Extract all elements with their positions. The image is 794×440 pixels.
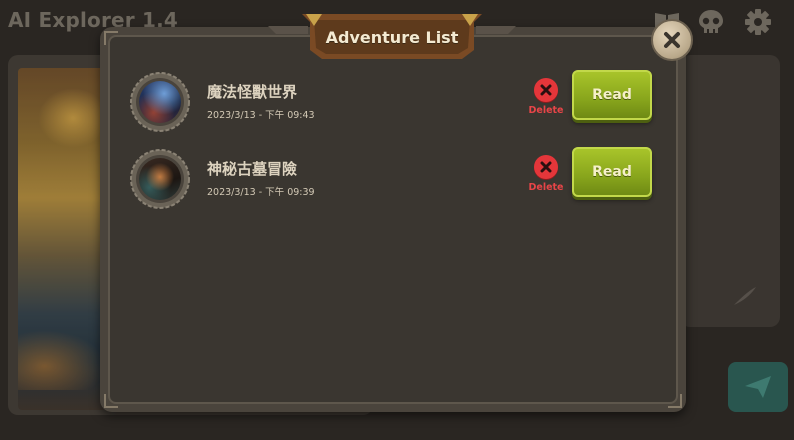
delete-icon (534, 155, 558, 179)
adventure-thumbnail (130, 72, 190, 132)
delete-label: Delete (528, 105, 564, 116)
frame-corner (104, 394, 118, 408)
send-icon (745, 376, 771, 398)
frame-corner (104, 31, 118, 45)
skull-icon[interactable] (696, 8, 726, 36)
frame-corner (668, 394, 682, 408)
delete-button[interactable]: Delete (526, 78, 566, 122)
side-panel (680, 55, 780, 327)
send-button[interactable] (728, 362, 788, 412)
quill-icon (734, 287, 756, 305)
list-item: 魔法怪獸世界 2023/3/13 - 下午 09:43 Delete Read (130, 70, 660, 136)
gear-icon[interactable] (743, 8, 773, 36)
thumbnail-image (139, 158, 181, 200)
adventure-thumbnail (130, 149, 190, 209)
close-icon (664, 32, 680, 48)
dialog-title: Adventure List (325, 27, 459, 47)
adventure-title: 魔法怪獸世界 (207, 83, 298, 101)
delete-button[interactable]: Delete (526, 155, 566, 199)
adventure-title: 神秘古墓冒險 (207, 160, 298, 178)
read-button[interactable]: Read (572, 70, 652, 120)
thumbnail-image (139, 81, 181, 123)
adventure-date: 2023/3/13 - 下午 09:43 (207, 110, 315, 121)
close-button[interactable] (651, 19, 693, 61)
delete-label: Delete (528, 182, 564, 193)
delete-icon (534, 78, 558, 102)
read-button[interactable]: Read (572, 147, 652, 197)
list-item: 神秘古墓冒險 2023/3/13 - 下午 09:39 Delete Read (130, 147, 660, 213)
story-image (18, 68, 106, 410)
adventure-date: 2023/3/13 - 下午 09:39 (207, 187, 315, 198)
